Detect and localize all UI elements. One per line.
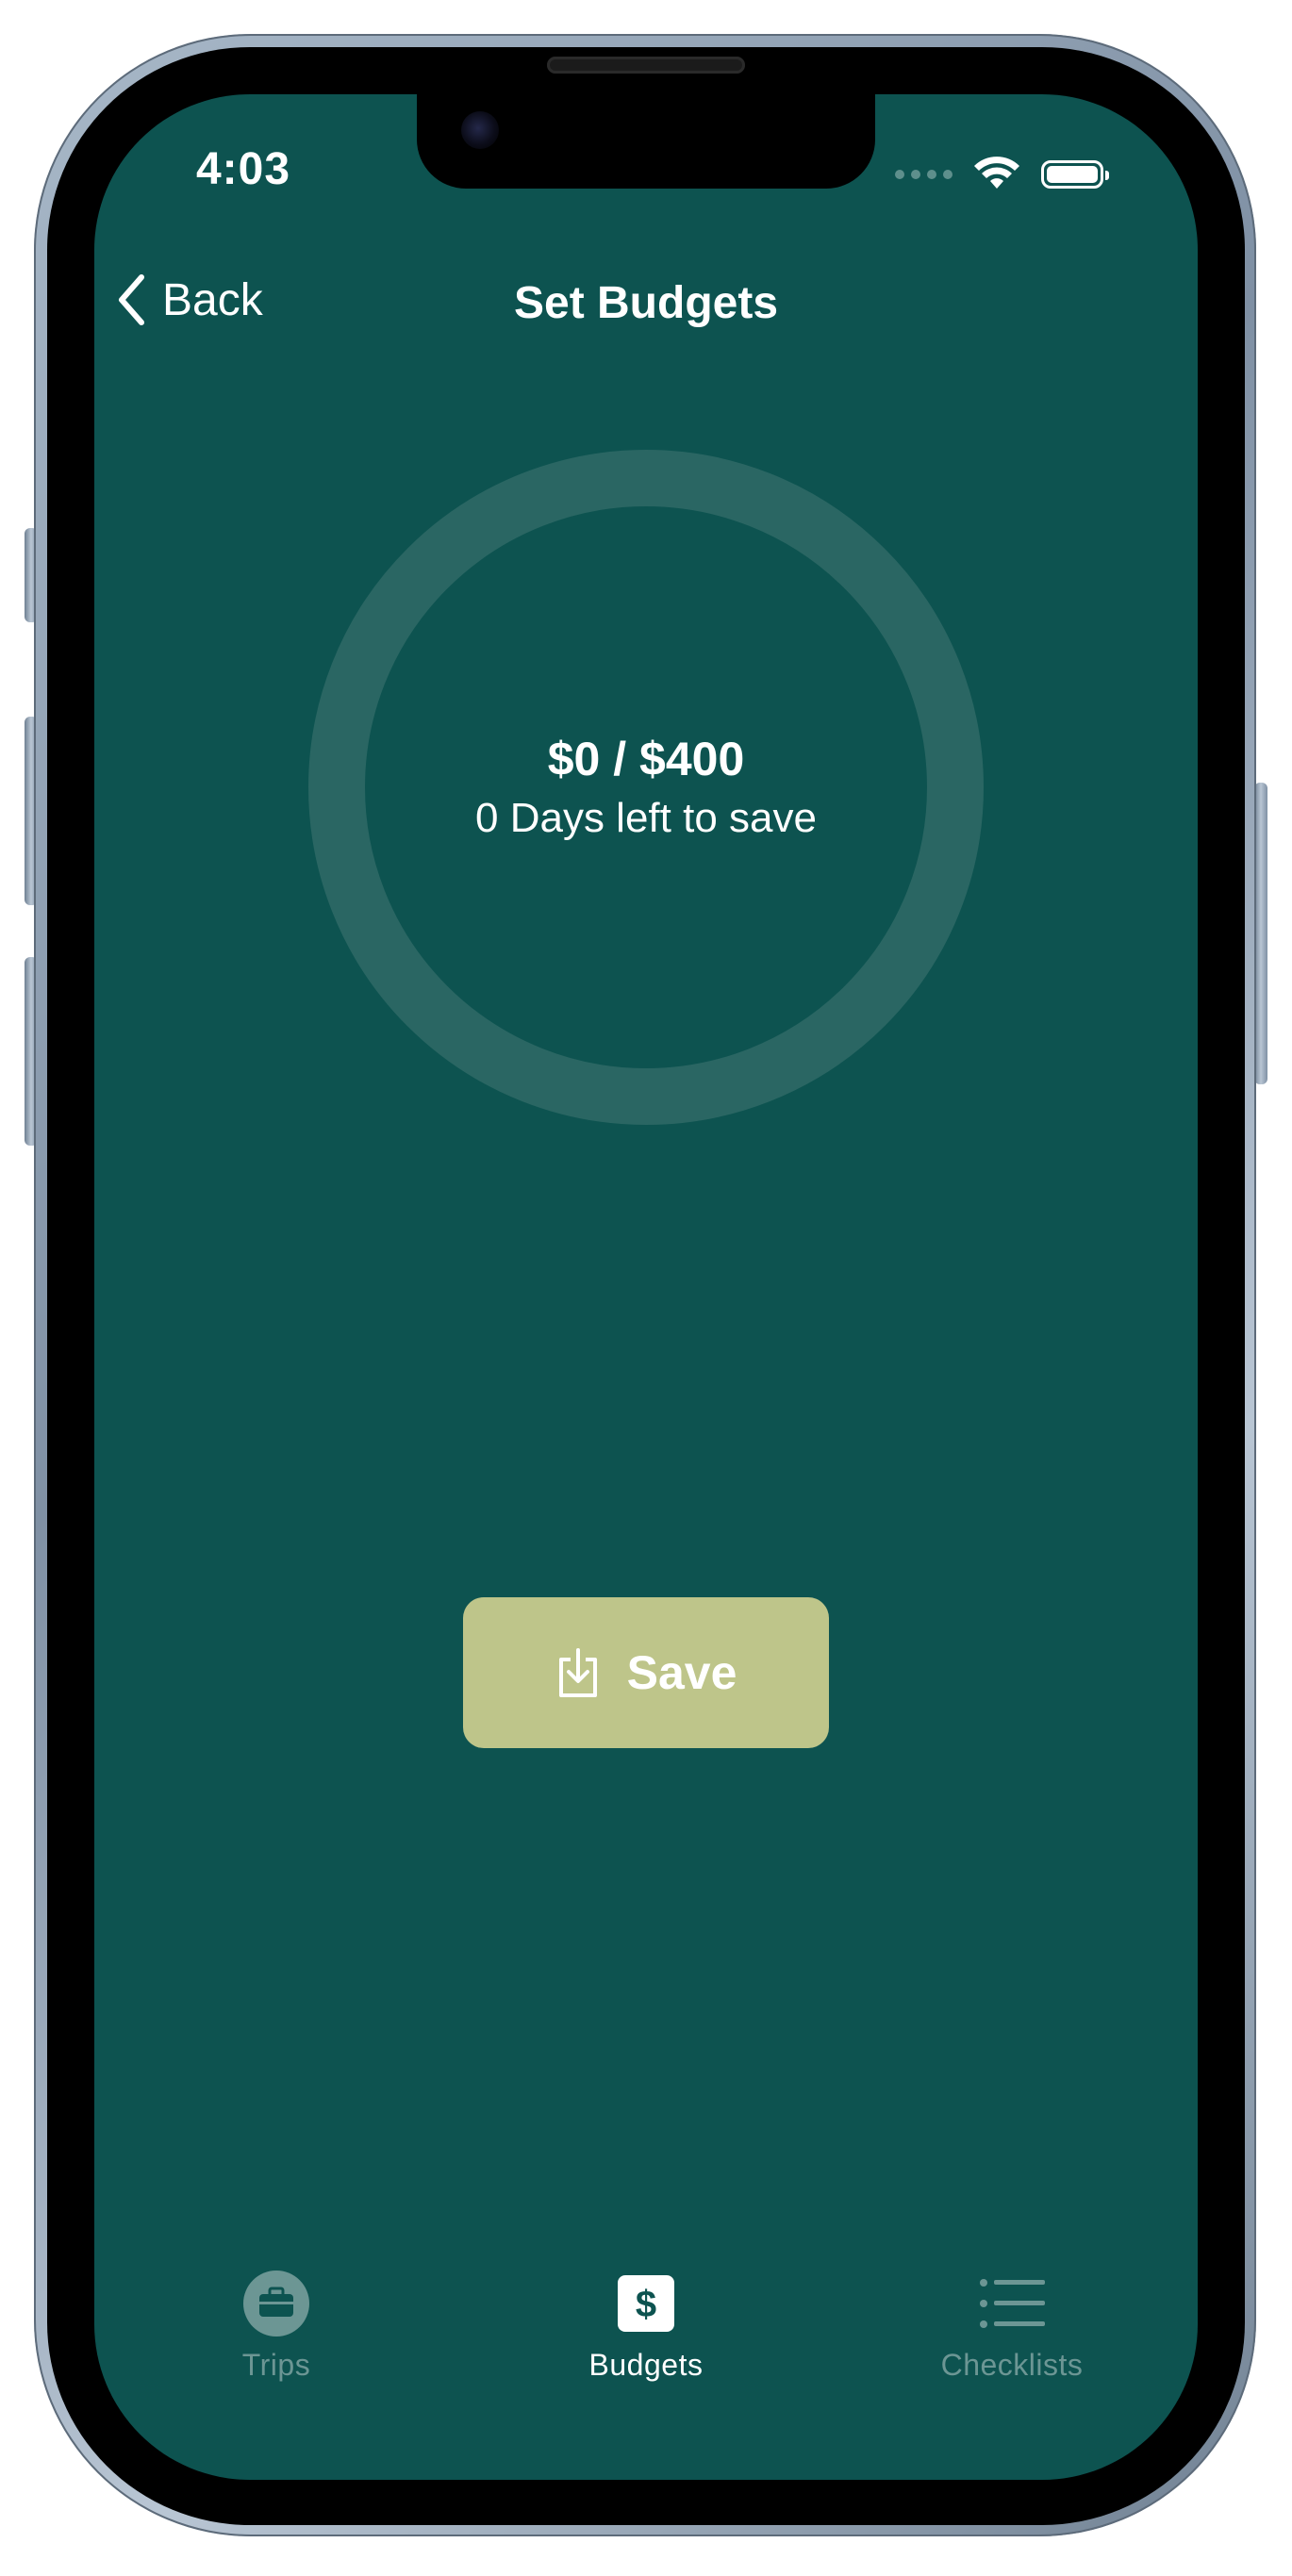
chevron-left-icon — [119, 274, 144, 325]
tab-budgets[interactable]: $ Budgets — [533, 2271, 759, 2383]
save-button[interactable]: Save — [463, 1597, 829, 1748]
tab-trips-label: Trips — [241, 2348, 311, 2382]
front-camera — [461, 111, 499, 149]
tab-checklists-label: Checklists — [940, 2348, 1084, 2382]
device-stage: 4:03 Set Budgets Back $0 / $400 0 Days l… — [0, 0, 1292, 2576]
wifi-icon — [974, 157, 1019, 189]
progress-ring-track — [308, 450, 984, 1125]
tab-trips[interactable]: Trips — [163, 2271, 389, 2383]
budget-amount: $0 / $400 — [547, 733, 745, 785]
status-time: 4:03 — [195, 144, 291, 194]
budget-progress-ring: $0 / $400 0 Days left to save — [307, 449, 985, 1126]
svg-text:$: $ — [636, 2284, 656, 2325]
list-icon — [979, 2271, 1045, 2337]
briefcase-icon — [243, 2271, 309, 2337]
dollar-icon: $ — [613, 2271, 679, 2337]
back-label: Back — [162, 274, 263, 325]
earpiece-speaker — [547, 57, 745, 74]
download-icon — [558, 1648, 597, 1697]
tab-checklists[interactable]: Checklists — [899, 2271, 1125, 2383]
save-label: Save — [626, 1646, 737, 1699]
tab-budgets-label: Budgets — [588, 2348, 704, 2382]
status-indicators — [895, 157, 1109, 192]
battery-icon — [1041, 160, 1109, 189]
days-left-text: 0 Days left to save — [475, 795, 817, 841]
power-button — [1254, 783, 1267, 1084]
back-button[interactable]: Back — [117, 273, 263, 326]
cellular-signal-icon — [895, 170, 952, 179]
